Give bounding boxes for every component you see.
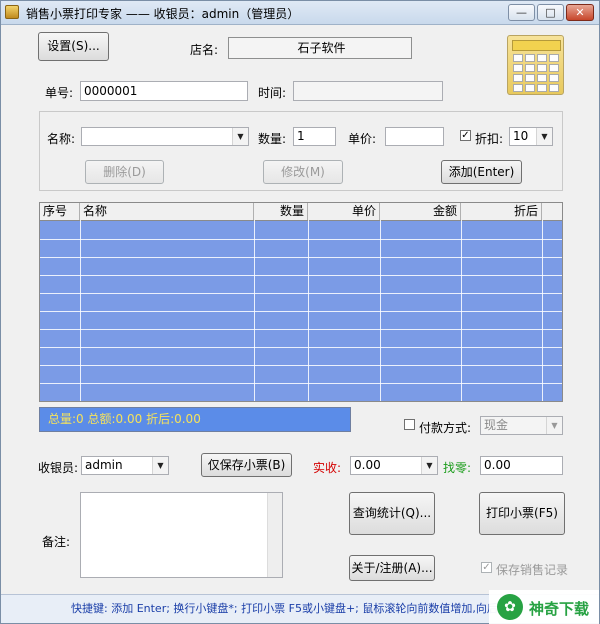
maximize-button[interactable]: □ — [537, 4, 564, 21]
payment-method-value: 现金 — [484, 418, 509, 432]
quantity-field[interactable]: 1 — [293, 127, 336, 146]
grid-row-line — [40, 365, 562, 366]
calculator-key — [513, 64, 523, 72]
save-record-checkbox[interactable]: ✓ — [481, 562, 492, 573]
unit-price-field[interactable] — [385, 127, 444, 146]
column-header-quantity[interactable]: 数量 — [254, 203, 308, 220]
chevron-down-icon[interactable]: ▼ — [421, 457, 437, 474]
modify-button[interactable]: 修改(M) — [263, 160, 343, 184]
calculator-key — [525, 84, 535, 92]
close-button[interactable]: ✕ — [566, 4, 594, 21]
discount-label: 折扣: — [475, 132, 504, 146]
unit-price-label: 单价: — [348, 132, 377, 146]
calculator-key — [525, 64, 535, 72]
chevron-down-icon[interactable]: ▼ — [232, 128, 248, 145]
calculator-key — [525, 74, 535, 82]
store-name-field: 石子软件 — [228, 37, 412, 59]
calculator-key — [549, 64, 559, 72]
item-name-label: 名称: — [47, 132, 76, 146]
chevron-down-icon[interactable]: ▼ — [536, 128, 552, 145]
calculator-key — [513, 84, 523, 92]
grid-row-line — [40, 311, 562, 312]
grid-row-line — [40, 347, 562, 348]
received-value: 0.00 — [354, 458, 381, 472]
discount-checkbox[interactable]: ✓ — [460, 130, 471, 141]
notes-label: 备注: — [42, 535, 71, 549]
column-header-name[interactable]: 名称 — [80, 203, 254, 220]
chevron-down-icon[interactable]: ▼ — [152, 457, 168, 474]
watermark-text: 神奇下载 — [529, 600, 590, 618]
change-label: 找零: — [443, 461, 472, 475]
chevron-down-icon[interactable]: ▼ — [546, 417, 562, 434]
delete-button[interactable]: 删除(D) — [85, 160, 164, 184]
calculator-key — [513, 54, 523, 62]
items-table[interactable]: 序号 名称 数量 单价 金额 折后 — [39, 202, 563, 402]
totals-summary: 总量:0 总额:0.00 折后:0.00 — [39, 407, 351, 432]
calculator-key — [537, 74, 547, 82]
calculator-key — [537, 84, 547, 92]
calculator-key — [537, 64, 547, 72]
column-header-filler — [542, 203, 562, 220]
payment-method-select[interactable]: 现金 ▼ — [480, 416, 563, 435]
grid-row-line — [40, 293, 562, 294]
calculator-screen — [512, 40, 561, 51]
cashier-value: admin — [85, 458, 123, 472]
settings-button[interactable]: 设置(S)... — [38, 32, 109, 61]
grid-row-line — [40, 383, 562, 384]
discount-select[interactable]: 10 ▼ — [509, 127, 553, 146]
calculator-key — [525, 54, 535, 62]
received-label: 实收: — [313, 461, 342, 475]
column-header-amount[interactable]: 金额 — [380, 203, 461, 220]
cashier-label: 收银员: — [38, 461, 79, 475]
time-field — [293, 81, 443, 101]
notes-textarea[interactable] — [80, 492, 283, 578]
calculator-icon[interactable] — [507, 35, 564, 95]
calculator-key — [513, 74, 523, 82]
calculator-key — [549, 54, 559, 62]
grid-row-line — [40, 275, 562, 276]
app-icon — [5, 5, 19, 19]
order-no-label: 单号: — [45, 86, 74, 100]
print-receipt-button[interactable]: 打印小票(F5) — [479, 492, 565, 535]
calculator-key — [537, 54, 547, 62]
calculator-key — [549, 84, 559, 92]
notes-scrollbar[interactable] — [267, 493, 282, 577]
column-header-discounted[interactable]: 折后 — [461, 203, 542, 220]
store-name-label: 店名: — [190, 43, 219, 57]
payment-method-checkbox[interactable] — [404, 419, 415, 430]
save-only-button[interactable]: 仅保存小票(B) — [201, 453, 292, 477]
quantity-label: 数量: — [258, 132, 287, 146]
order-no-field[interactable]: 0000001 — [80, 81, 248, 101]
query-statistics-button[interactable]: 查询统计(Q)... — [349, 492, 435, 535]
column-header-unit-price[interactable]: 单价 — [308, 203, 380, 220]
table-header: 序号 名称 数量 单价 金额 折后 — [40, 203, 562, 221]
column-header-index[interactable]: 序号 — [40, 203, 80, 220]
item-name-select[interactable]: ▼ — [81, 127, 249, 146]
time-label: 时间: — [258, 86, 287, 100]
watermark: ✿ 神奇下载 — [489, 590, 599, 624]
grid-row-line — [40, 257, 562, 258]
minimize-button[interactable]: — — [508, 4, 535, 21]
window-title: 销售小票打印专家 —— 收银员：admin（管理员） — [26, 7, 300, 21]
calculator-key — [549, 74, 559, 82]
save-record-label: 保存销售记录 — [496, 563, 569, 577]
watermark-logo-icon: ✿ — [497, 594, 523, 620]
received-select[interactable]: 0.00 ▼ — [350, 456, 438, 475]
about-register-button[interactable]: 关于/注册(A)... — [349, 555, 435, 581]
change-field[interactable]: 0.00 — [480, 456, 563, 475]
grid-row-line — [40, 329, 562, 330]
discount-value: 10 — [513, 129, 529, 143]
cashier-select[interactable]: admin ▼ — [81, 456, 169, 475]
payment-method-label: 付款方式: — [419, 421, 472, 435]
add-button[interactable]: 添加(Enter) — [441, 160, 522, 184]
grid-row-line — [40, 239, 562, 240]
